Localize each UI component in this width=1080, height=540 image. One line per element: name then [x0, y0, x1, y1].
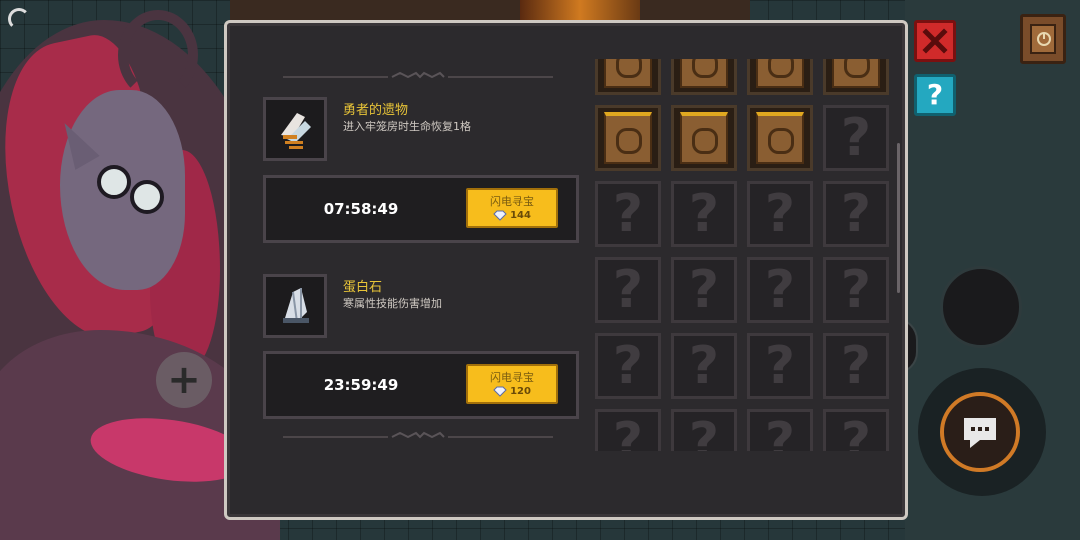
opal-crystal-icon: [283, 288, 309, 323]
question-mark-icon: ?: [840, 260, 872, 320]
question-mark-icon: ?: [764, 184, 796, 244]
question-mark-icon: ?: [688, 412, 720, 451]
chat-button[interactable]: [940, 392, 1020, 472]
ornament-divider-bottom: [283, 431, 553, 443]
close-x-icon: [922, 28, 948, 54]
treasure-map-icon: [756, 112, 804, 164]
treasure-map-icon: [680, 59, 728, 88]
scroll-glyph-6-icon: [692, 128, 718, 154]
treasure-map-slot[interactable]: [671, 59, 737, 95]
locked-slot[interactable]: ?: [823, 105, 889, 171]
flash-search-label-1: 闪电寻宝: [490, 195, 534, 208]
close-button[interactable]: [914, 20, 956, 62]
question-mark-icon: ?: [612, 412, 644, 451]
gem-cost-1: 144: [510, 210, 531, 221]
treasure-map-icon: [604, 59, 652, 88]
scroll-glyph-3-icon: [768, 59, 794, 78]
question-mark-icon: ?: [612, 336, 644, 396]
question-mark-icon: ?: [764, 412, 796, 451]
scroll-glyph-4-icon: [844, 59, 870, 78]
scroll-glyph-1-icon: [616, 59, 642, 78]
locked-slot[interactable]: ?: [823, 181, 889, 247]
treasure-map-slot[interactable]: [747, 105, 813, 171]
locked-slot[interactable]: ?: [671, 181, 737, 247]
locked-slot[interactable]: ?: [747, 333, 813, 399]
treasure-map-slot[interactable]: [823, 59, 889, 95]
item-desc-1: 进入牢笼房时生命恢复1格: [343, 120, 471, 133]
question-mark-icon: ?: [764, 260, 796, 320]
countdown-timer-1: 07:58:49: [323, 200, 399, 218]
locked-slot[interactable]: ?: [671, 333, 737, 399]
scroll-glyph-2-icon: [692, 59, 718, 78]
treasure-panel: 勇者的遗物 进入牢笼房时生命恢复1格 07:58:49 闪电寻宝 144 蛋白石…: [224, 20, 908, 520]
ornament-divider-top: [283, 71, 553, 83]
item-icon-slot-2[interactable]: [263, 274, 327, 338]
flash-search-button-2[interactable]: 闪电寻宝 120: [466, 364, 558, 404]
timer-box-2: 23:59:49 闪电寻宝 120: [263, 351, 579, 419]
locked-slot[interactable]: ?: [823, 333, 889, 399]
question-mark-icon: ?: [840, 184, 872, 244]
question-mark-icon: ?: [840, 108, 872, 168]
npc-hair-curl: [118, 10, 198, 100]
countdown-timer-2: 23:59:49: [323, 376, 399, 394]
treasure-map-slot[interactable]: [671, 105, 737, 171]
book-icon: [1030, 24, 1056, 54]
diamond-icon: [493, 386, 507, 397]
treasure-map-slot[interactable]: [595, 105, 661, 171]
add-button[interactable]: +: [156, 352, 212, 408]
item-name-2: 蛋白石: [343, 280, 383, 295]
scroll-glyph-7-icon: [768, 128, 794, 154]
loading-arc-icon: [8, 8, 30, 30]
question-mark-icon: ?: [612, 184, 644, 244]
question-mark-icon: ?: [612, 260, 644, 320]
chat-bubble-icon: [964, 418, 996, 448]
relic-wings-icon: [281, 113, 311, 149]
locked-slot[interactable]: ?: [595, 257, 661, 323]
locked-slot[interactable]: ?: [823, 409, 889, 451]
action-button[interactable]: [940, 266, 1022, 348]
grid-scrollbar[interactable]: [897, 143, 900, 293]
locked-slot[interactable]: ?: [595, 409, 661, 451]
dungeon-wall: [230, 0, 750, 22]
item-desc-2: 寒属性技能伤害增加: [343, 297, 442, 310]
flash-search-label-2: 闪电寻宝: [490, 371, 534, 384]
treasure-map-slot[interactable]: [595, 59, 661, 95]
item-name-1: 勇者的遗物: [343, 103, 409, 118]
locked-slot[interactable]: ?: [595, 333, 661, 399]
npc-glasses-left: [97, 165, 131, 199]
question-mark-icon: ?: [688, 184, 720, 244]
flash-search-button-1[interactable]: 闪电寻宝 144: [466, 188, 558, 228]
locked-slot[interactable]: ?: [823, 257, 889, 323]
locked-slot[interactable]: ?: [671, 257, 737, 323]
help-button[interactable]: ?: [914, 74, 956, 116]
question-mark-icon: ?: [688, 336, 720, 396]
timer-box-1: 07:58:49 闪电寻宝 144: [263, 175, 579, 243]
book-button[interactable]: [1020, 14, 1066, 64]
torch-light: [520, 0, 640, 22]
locked-slot[interactable]: ?: [747, 181, 813, 247]
treasure-map-icon: [604, 112, 652, 164]
question-mark-icon: ?: [764, 336, 796, 396]
locked-slot[interactable]: ?: [747, 257, 813, 323]
treasure-map-icon: [756, 59, 804, 88]
question-mark-icon: ?: [840, 336, 872, 396]
scroll-glyph-5-icon: [616, 128, 642, 154]
treasure-map-icon: [680, 112, 728, 164]
diamond-icon: [493, 210, 507, 221]
gem-cost-2: 120: [510, 386, 531, 397]
locked-slot[interactable]: ?: [747, 409, 813, 451]
item-icon-slot-1[interactable]: [263, 97, 327, 161]
locked-slot[interactable]: ?: [671, 409, 737, 451]
locked-slot[interactable]: ?: [595, 181, 661, 247]
treasure-grid: ?????????????????: [595, 59, 891, 451]
treasure-map-slot[interactable]: [747, 59, 813, 95]
question-mark-icon: ?: [688, 260, 720, 320]
treasure-map-icon: [832, 59, 880, 88]
npc-glasses-right: [130, 180, 164, 214]
question-mark-icon: ?: [840, 412, 872, 451]
